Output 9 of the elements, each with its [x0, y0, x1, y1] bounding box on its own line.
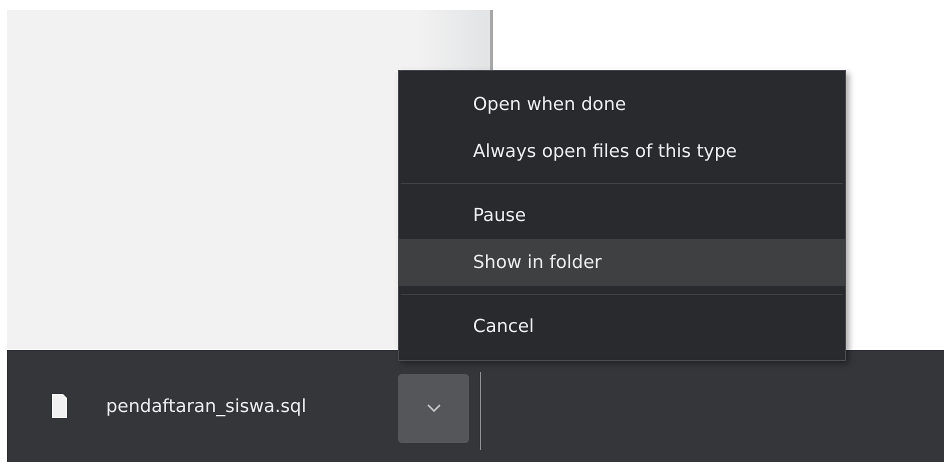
file-icon: [51, 393, 68, 419]
menu-item[interactable]: Pause: [399, 192, 845, 239]
menu-item[interactable]: Open when done: [399, 81, 845, 128]
menu-item[interactable]: Always open files of this type: [399, 128, 845, 175]
dropdown-button[interactable]: [398, 374, 469, 442]
file-name[interactable]: pendaftaran_siswa.sql: [106, 396, 306, 416]
chevron-down-icon: [426, 404, 440, 412]
menu-item[interactable]: Show in folder: [399, 239, 845, 286]
menu-item[interactable]: Cancel: [399, 303, 845, 350]
